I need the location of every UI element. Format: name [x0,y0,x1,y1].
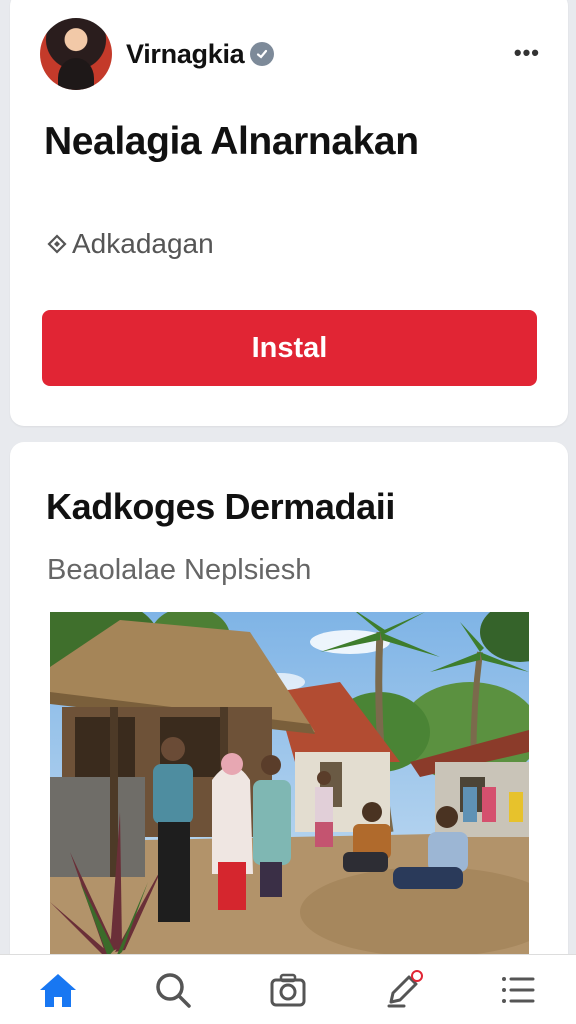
post-photo[interactable] [50,612,529,972]
nav-home[interactable] [28,960,88,1020]
ad-tag: Adkadagan [46,228,214,260]
verified-badge-icon [250,42,275,66]
nav-menu[interactable] [488,960,548,1020]
nav-edit[interactable] [373,960,433,1020]
sponsored-card: Virnagkia ••• Nealagia Alnarnakan Adkada… [10,0,568,426]
bottom-navigation [0,954,576,1024]
notification-dot [411,969,424,982]
sponsored-tag-icon [46,233,68,255]
nav-search[interactable] [143,960,203,1020]
post-title: Kadkoges Dermadaii [46,486,395,527]
menu-icon [502,976,535,1003]
home-icon [39,973,76,1007]
nav-camera[interactable] [258,960,318,1020]
install-button[interactable]: Instal [42,310,537,386]
post-subtitle: Beaolalae Neplsiesh [47,554,312,586]
ad-header: Virnagkia ••• [40,16,540,92]
more-options-icon[interactable]: ••• [514,40,540,66]
camera-icon [270,973,306,1006]
advertiser-name[interactable]: Virnagkia [126,39,245,70]
advertiser-avatar[interactable] [40,18,112,90]
search-icon [156,972,191,1008]
post-card: Kadkoges Dermadaii Beaolalae Neplsiesh [10,442,568,1024]
village-scene-image [50,612,529,972]
ad-tag-label: Adkadagan [72,228,214,259]
ad-title: Nealagia Alnarnakan [44,120,419,163]
